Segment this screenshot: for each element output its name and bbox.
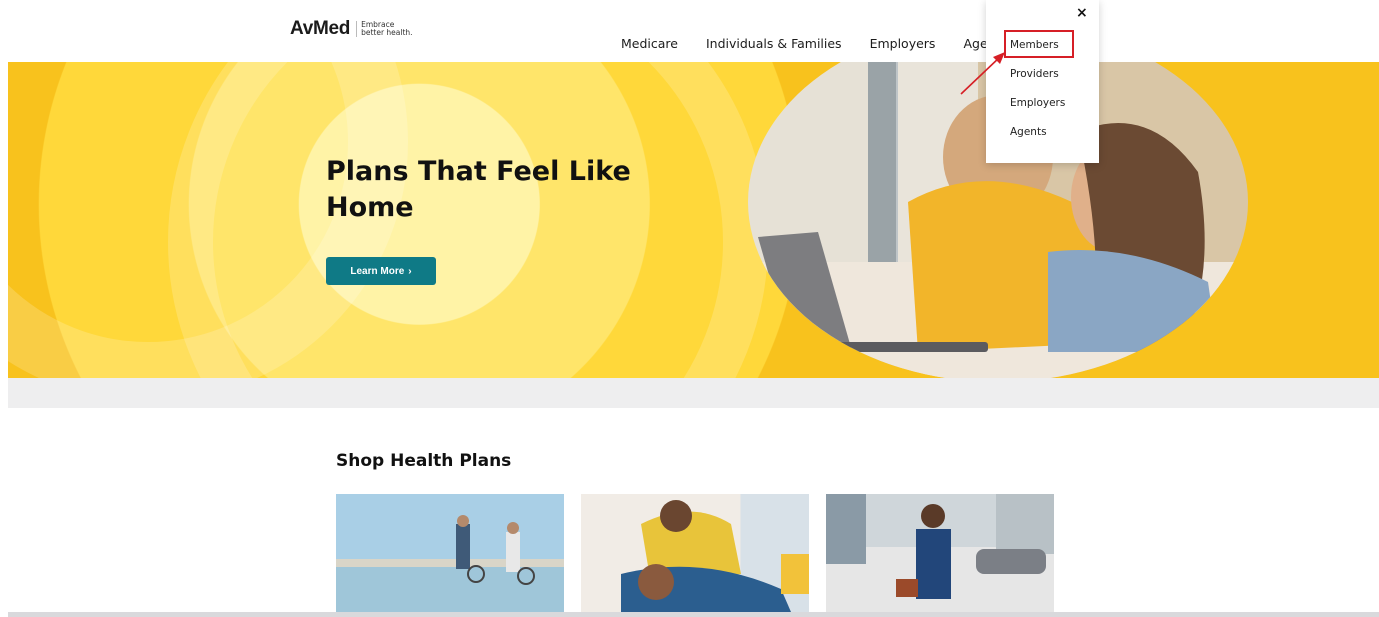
- businessman-street-photo-icon: [826, 494, 1054, 599]
- nav-employers[interactable]: Employers: [870, 36, 936, 51]
- logo-wordmark: AvMed: [290, 18, 351, 39]
- family-playing-photo-icon: [621, 500, 809, 612]
- close-icon[interactable]: ×: [1076, 5, 1088, 21]
- avmed-logo[interactable]: AvMed Embrace better health.: [290, 18, 416, 40]
- couple-beach-bikes-photo-icon: [456, 515, 535, 585]
- chevron-right-icon: ›: [408, 265, 412, 277]
- nav-individuals-families[interactable]: Individuals & Families: [706, 36, 842, 51]
- learn-more-label: Learn More: [350, 265, 405, 277]
- annotation-arrow-icon: [960, 52, 1005, 95]
- dropdown-item-employers[interactable]: Employers: [1010, 97, 1065, 109]
- learn-more-button[interactable]: Learn More ›: [326, 257, 436, 285]
- site-header: AvMed Embrace better health. Medicare In…: [0, 0, 1379, 62]
- hero-title: Plans That Feel Like Home: [326, 156, 631, 223]
- dropdown-item-agents[interactable]: Agents: [1010, 126, 1047, 138]
- nav-medicare[interactable]: Medicare: [621, 36, 678, 51]
- viewport-bottom-edge: [8, 612, 1379, 617]
- plan-card-individuals-families[interactable]: [581, 494, 809, 612]
- section-divider: [8, 378, 1379, 408]
- page: AvMed Embrace better health. Medicare In…: [0, 0, 1379, 617]
- hero-banner: Plans That Feel Like Home Learn More ›: [8, 62, 1379, 378]
- logo-tagline: Embrace better health.: [356, 21, 416, 37]
- dropdown-item-providers[interactable]: Providers: [1010, 68, 1059, 80]
- shop-section-title: Shop Health Plans: [336, 451, 512, 471]
- plan-card-employers[interactable]: [826, 494, 1054, 612]
- plan-card-medicare[interactable]: [336, 494, 564, 612]
